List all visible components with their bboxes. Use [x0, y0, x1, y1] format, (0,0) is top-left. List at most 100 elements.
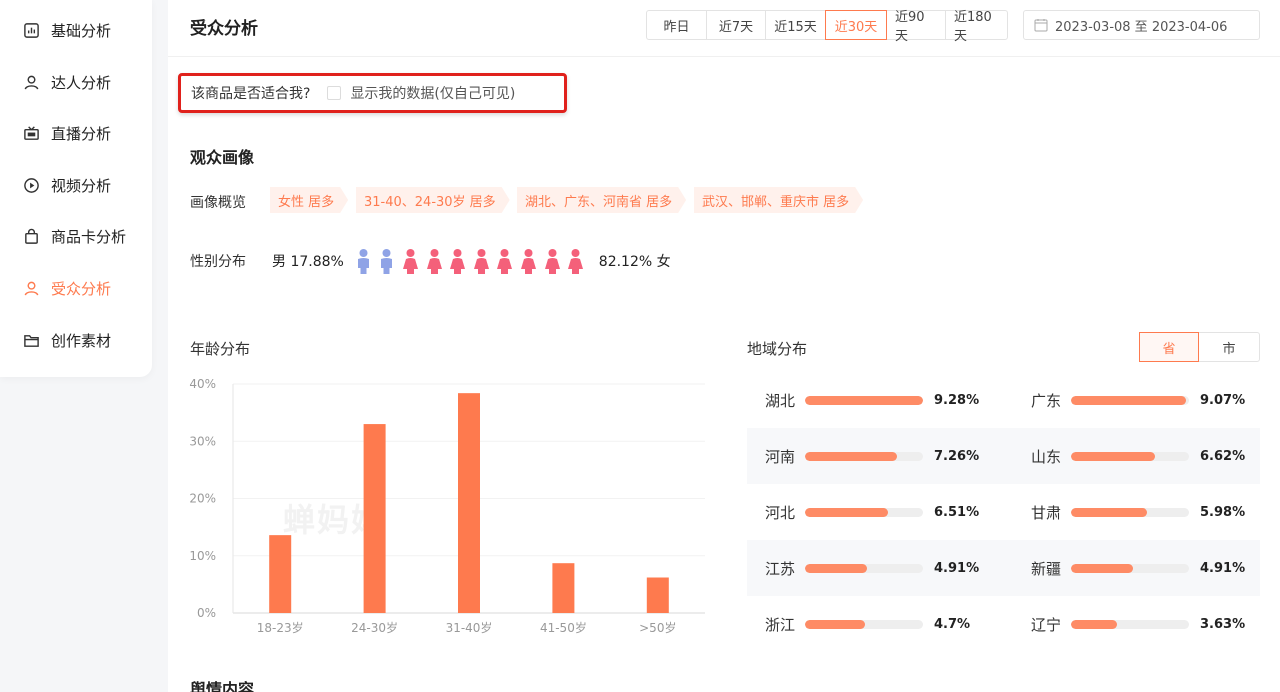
region-bar-fill [1071, 451, 1156, 461]
x-tick-label: 41-50岁 [540, 620, 587, 635]
region-percent: 4.91% [1200, 560, 1246, 576]
male-percent: 男 17.88% [272, 254, 344, 270]
bar-2[interactable] [458, 393, 480, 613]
user-icon [22, 73, 40, 91]
tag-city: 武汉、邯郸、重庆市 居多 [694, 187, 863, 213]
bar-4[interactable] [646, 577, 669, 613]
calendar-icon [1034, 19, 1048, 32]
region-percent: 9.28% [934, 392, 980, 408]
region-bar-fill [805, 619, 865, 629]
bag-icon [22, 227, 40, 245]
female-person-icon [544, 248, 561, 274]
region-item: 浙江 4.7% [765, 614, 970, 634]
sidebar-item-product-card[interactable]: 商品卡分析 [22, 224, 126, 248]
region-percent: 4.7% [934, 616, 971, 632]
female-person-icon [520, 248, 537, 274]
x-tick-label: 18-23岁 [257, 620, 304, 635]
fit-check-highlight: 该商品是否适合我? 显示我的数据(仅自己可见) [178, 73, 567, 113]
region-item: 山东 6.62% [1031, 446, 1245, 466]
region-bar-track [1071, 507, 1189, 517]
audience-icon [22, 279, 40, 297]
sidebar-item-live[interactable]: 直播分析 [22, 121, 111, 145]
region-percent: 9.07% [1200, 392, 1246, 408]
female-person-icon [402, 248, 419, 274]
female-person-icon [473, 248, 490, 274]
bar-chart-icon [22, 21, 40, 39]
region-name: 浙江 [765, 615, 796, 634]
region-bar-fill [1071, 563, 1134, 573]
fit-question: 该商品是否适合我? [191, 86, 311, 102]
region-item: 辽宁 3.63% [1031, 614, 1245, 634]
region-bar-fill [1071, 619, 1118, 629]
age-title: 年龄分布 [190, 340, 251, 358]
sidebar-item-audience[interactable]: 受众分析 [22, 276, 111, 300]
region-bar-track [1071, 563, 1189, 573]
date-range-tabs: 昨日 近7天 近15天 近30天 近90天 近180天 [646, 10, 1008, 44]
bar-0[interactable] [269, 535, 292, 613]
region-name: 河南 [765, 447, 796, 466]
y-tick-label: 30% [189, 434, 216, 448]
sidebar-item-label: 基础分析 [51, 21, 112, 40]
toggle-city[interactable]: 市 [1199, 333, 1259, 361]
live-icon [22, 124, 40, 142]
region-name: 江苏 [765, 559, 796, 578]
sidebar-item-basic[interactable]: 基础分析 [22, 18, 111, 42]
date-range-text: 2023-03-08 至 2023-04-06 [1055, 19, 1228, 35]
sidebar-item-label: 视频分析 [51, 176, 112, 195]
date-range-picker[interactable]: 2023-03-08 至 2023-04-06 [1023, 10, 1260, 40]
range-yesterday[interactable]: 昨日 [647, 11, 707, 39]
bar-1[interactable] [363, 424, 386, 613]
gender-icons [355, 248, 591, 274]
male-person-icon [378, 248, 395, 274]
region-item: 河北 6.51% [765, 502, 979, 522]
show-my-data-checkbox[interactable] [327, 86, 342, 100]
page-title: 受众分析 [190, 19, 258, 39]
main-panel: 受众分析 昨日 近7天 近15天 近30天 近90天 近180天 2023-03… [168, 0, 1280, 692]
range-90d[interactable]: 近90天 [887, 10, 946, 44]
region-name: 河北 [765, 503, 796, 522]
region-name: 湖北 [765, 391, 796, 410]
x-tick-label: 24-30岁 [351, 620, 398, 635]
x-tick-label: 31-40岁 [446, 620, 493, 635]
region-percent: 3.63% [1200, 616, 1246, 632]
region-bar-track [1071, 395, 1189, 405]
show-my-data-label[interactable]: 显示我的数据(仅自己可见) [350, 83, 515, 103]
region-bar-track [805, 451, 923, 461]
region-name: 广东 [1031, 391, 1062, 410]
range-180d[interactable]: 近180天 [946, 10, 1007, 44]
sidebar-item-label: 创作素材 [51, 331, 112, 350]
region-item: 湖北 9.28% [765, 390, 979, 410]
region-bar-fill [1071, 507, 1148, 517]
region-item: 新疆 4.91% [1031, 558, 1245, 578]
region-bar-fill [805, 395, 923, 405]
region-name: 甘肃 [1031, 503, 1062, 522]
x-tick-label: >50岁 [639, 620, 676, 635]
range-15d[interactable]: 近15天 [766, 11, 826, 39]
sidebar-item-materials[interactable]: 创作素材 [22, 328, 111, 352]
range-7d[interactable]: 近7天 [707, 11, 766, 39]
toggle-province[interactable]: 省 [1139, 332, 1199, 362]
region-bar-track [805, 619, 923, 629]
y-tick-label: 10% [189, 549, 216, 563]
folder-icon [22, 331, 40, 349]
tag-province: 湖北、广东、河南省 居多 [517, 187, 686, 213]
region-bar-track [805, 563, 923, 573]
region-percent: 6.51% [934, 504, 980, 520]
region-percent: 7.26% [934, 448, 980, 464]
sidebar-item-label: 达人分析 [51, 73, 112, 92]
age-bar-chart: 0% 10% 20% 30% 40% 18-23岁 24-30岁 31-40岁 41-50岁 >5… [189, 377, 705, 635]
bar-3[interactable] [552, 563, 575, 613]
region-toggle: 省 市 [1139, 332, 1260, 362]
range-30d[interactable]: 近30天 [825, 10, 887, 40]
sidebar-item-influencer[interactable]: 达人分析 [22, 70, 111, 94]
region-bar-fill [1071, 395, 1187, 405]
sidebar-item-video[interactable]: 视频分析 [22, 173, 111, 197]
play-icon [22, 176, 40, 194]
region-bar-track [1071, 451, 1189, 461]
region-bar-fill [805, 451, 898, 461]
gender-distribution: 男 17.88% 82.12% 女 [272, 247, 671, 275]
sidebar-item-label: 受众分析 [51, 279, 112, 298]
region-bar-track [805, 395, 923, 405]
tag-gender: 女性 居多 [270, 187, 348, 213]
tag-age: 31-40、24-30岁 居多 [356, 187, 510, 213]
